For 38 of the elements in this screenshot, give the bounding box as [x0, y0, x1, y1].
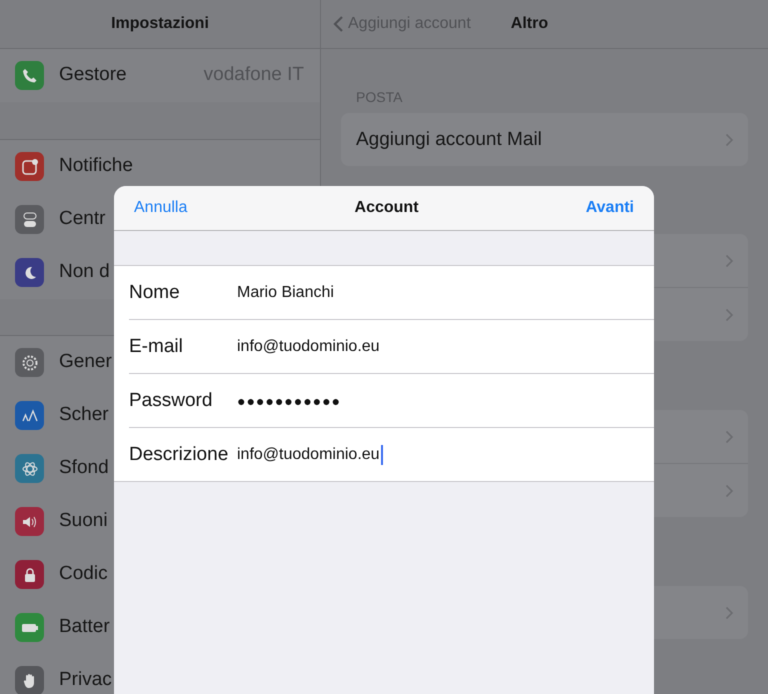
input-field[interactable]: info@tuodominio.eu: [237, 444, 383, 464]
settings-item-label: Suoni: [59, 510, 109, 532]
chevron-icon: [725, 308, 734, 322]
chevron-icon: [725, 254, 734, 268]
gear-icon: [20, 354, 38, 372]
chevron-icon: [725, 606, 734, 620]
settings-item-label: Non d: [59, 261, 111, 283]
field-label: Descrizione: [129, 444, 229, 466]
phone-icon: [20, 66, 38, 84]
settings-item-label: Privac: [59, 669, 113, 691]
settings-item-label: Codic: [59, 563, 109, 585]
settings-item-label: Centr: [59, 208, 106, 230]
input-field[interactable]: Mario Bianchi: [237, 282, 335, 302]
field-label: Nome: [129, 282, 181, 304]
page-title: Altro: [510, 15, 548, 33]
back-chevron-icon: [333, 15, 344, 33]
settings-item[interactable]: Notifiche: [0, 140, 320, 193]
chevron-icon: [725, 484, 734, 498]
add-mail-account-label: Aggiungi account Mail: [356, 128, 542, 150]
field-label: E-mail: [129, 336, 184, 358]
settings-item-label: Batter: [59, 616, 111, 638]
cancel-button[interactable]: Annulla: [134, 199, 188, 217]
chevron-icon: [725, 132, 734, 146]
settings-item-label: Sfond: [59, 457, 110, 479]
settings-card[interactable]: Aggiungi account Mail: [341, 113, 748, 166]
input-field[interactable]: info@tuodominio.eu: [237, 336, 381, 356]
field-label: Password: [129, 390, 214, 412]
chevron-icon: [725, 430, 734, 444]
settings-item-label: Scher: [59, 404, 110, 426]
input-field[interactable]: ●●●●●●●●●●●: [237, 390, 342, 410]
next-button[interactable]: Avanti: [586, 199, 634, 217]
dialog-title: Account: [354, 199, 419, 217]
settings-item-label: Gestore: [59, 64, 128, 86]
sidebar-title: Impostazioni: [111, 15, 209, 33]
notification-icon: [20, 158, 38, 176]
toggles-icon: [20, 210, 38, 228]
settings-item-label: Notifiche: [59, 155, 134, 177]
settings-item-label: Gener: [59, 351, 113, 373]
